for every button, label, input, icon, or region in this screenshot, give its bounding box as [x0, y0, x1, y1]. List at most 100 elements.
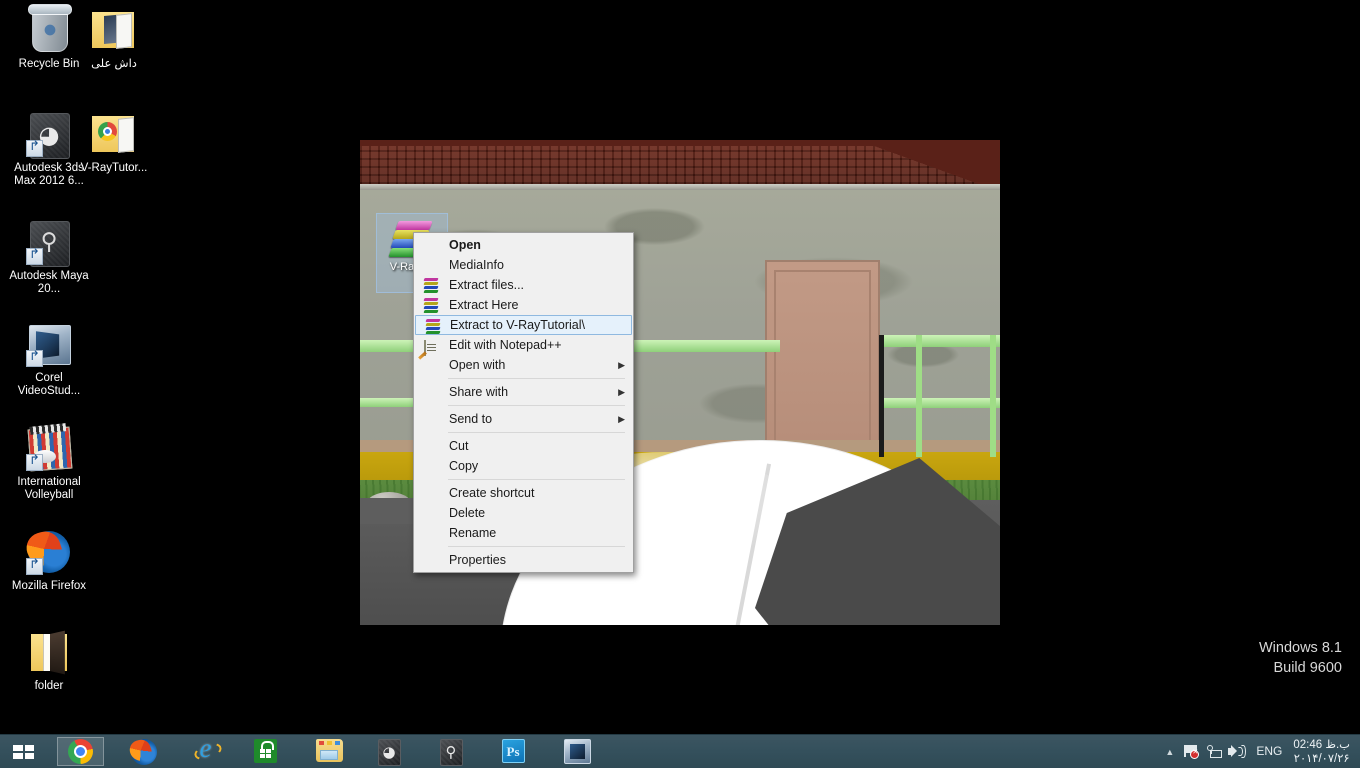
clock-date: ۲۰۱۴/۰۷/۲۶ [1293, 752, 1350, 765]
desktop-icon-label: داش على [91, 58, 137, 70]
desktop-icon-vraytutorial-folder[interactable]: V-RayTutor... [68, 110, 160, 175]
wallpaper-door-panel [774, 270, 871, 450]
windows-store-icon [253, 738, 280, 765]
menu-item-send-to[interactable]: Send to ▶ [414, 409, 633, 429]
taskbar-windows-store[interactable] [243, 737, 290, 766]
menu-item-label: Copy [449, 459, 479, 473]
menu-item-extract-to-v-raytutorial[interactable]: Extract to V-RayTutorial\ [415, 315, 632, 335]
photoshop-icon: Ps [501, 738, 528, 765]
taskbar-maya[interactable]: ⚲ [429, 737, 476, 766]
menu-separator [448, 378, 625, 379]
firefox-icon [25, 528, 73, 576]
start-button[interactable] [0, 735, 47, 768]
menu-item-label: Cut [449, 439, 469, 453]
system-tray[interactable]: ▲ ENG 02:46 ب.ظ ۲۰۱۴/۰۷/۲۶ [1159, 735, 1360, 768]
clock[interactable]: 02:46 ب.ظ ۲۰۱۴/۰۷/۲۶ [1291, 738, 1360, 766]
menu-item-delete[interactable]: Delete [414, 503, 633, 523]
network-button[interactable] [1203, 735, 1225, 768]
menu-item-label: Open with [449, 358, 506, 372]
winrar-icon [423, 278, 440, 293]
menu-item-cut[interactable]: Cut [414, 436, 633, 456]
menu-item-share-with[interactable]: Share with ▶ [414, 382, 633, 402]
file-explorer-icon [315, 738, 343, 765]
desktop-icon-dash-ali-folder[interactable]: داش على [68, 6, 160, 71]
menu-item-label: Properties [449, 553, 506, 567]
notepadpp-icon [424, 338, 440, 356]
folder-icon [90, 110, 138, 158]
taskbar-photoshop[interactable]: Ps [491, 737, 538, 766]
taskbar[interactable]: ◕ ⚲ Ps ▲ ENG 02:46 ب.ظ ۲۰۱۴/۰۷/۲۶ [0, 733, 1360, 768]
context-menu[interactable]: Open MediaInfo Extract files... Extract Her… [413, 232, 634, 573]
desktop-icon-label: Autodesk Maya 20... [9, 270, 89, 295]
menu-item-copy[interactable]: Copy [414, 456, 633, 476]
menu-item-label: MediaInfo [449, 258, 504, 272]
desktop-icon-corel-videostudio[interactable]: Corel VideoStud... [3, 320, 95, 398]
menu-item-rename[interactable]: Rename [414, 523, 633, 543]
taskbar-file-explorer[interactable] [305, 737, 352, 766]
desktop-icon-label: Corel VideoStud... [17, 372, 81, 397]
autodesk-maya-icon: ⚲ [25, 218, 73, 267]
menu-item-extract-here[interactable]: Extract Here [414, 295, 633, 315]
windows-logo-icon [13, 745, 34, 759]
wallpaper-railing-post-dark [879, 335, 884, 457]
menu-item-label: Create shortcut [449, 486, 535, 500]
action-center-flag-icon [1184, 745, 1200, 759]
submenu-arrow-icon: ▶ [618, 387, 625, 397]
watermark-edition: Windows 8.1 [1258, 640, 1342, 656]
menu-item-label: Send to [449, 412, 493, 426]
language-indicator[interactable]: ENG [1247, 735, 1291, 768]
watermark-build: Build 9600 [1273, 660, 1342, 676]
menu-separator [448, 432, 625, 433]
taskbar-internet-explorer[interactable] [182, 733, 229, 766]
menu-item-label: Open [449, 238, 481, 252]
autodesk-maya-icon: ⚲ [439, 738, 466, 766]
corel-videostudio-icon [25, 320, 73, 368]
wallpaper-roof-slope [850, 140, 1000, 185]
photoshop-label: Ps [501, 738, 525, 763]
desktop[interactable]: Recycle Bin داش على ◕ Autodesk 3ds Max 2… [0, 0, 1360, 735]
open-folder-icon [25, 628, 73, 676]
desktop-icon-mozilla-firefox[interactable]: Mozilla Firefox [3, 528, 95, 593]
corel-videostudio-icon [563, 738, 591, 765]
taskbar-corel-videostudio[interactable] [553, 737, 600, 766]
menu-item-create-shortcut[interactable]: Create shortcut [414, 483, 633, 503]
taskbar-firefox[interactable] [120, 737, 167, 766]
internet-explorer-icon [193, 733, 219, 765]
wallpaper-railing-upper-right [880, 335, 1000, 347]
chevron-up-icon: ▲ [1165, 747, 1175, 757]
menu-item-label: Extract to V-RayTutorial\ [450, 318, 585, 332]
menu-item-label: Extract files... [449, 278, 525, 292]
menu-item-label: Delete [449, 506, 486, 520]
volume-button[interactable] [1225, 735, 1247, 768]
menu-item-extract-files[interactable]: Extract files... [414, 275, 633, 295]
winrar-icon [425, 319, 442, 334]
menu-item-label: Share with [449, 385, 509, 399]
menu-item-label: Edit with Notepad++ [449, 338, 562, 352]
wallpaper-railing-post-1 [916, 335, 922, 457]
menu-item-properties[interactable]: Properties [414, 550, 633, 570]
desktop-icon-label: International Volleyball [17, 476, 81, 501]
submenu-arrow-icon: ▶ [618, 414, 625, 424]
menu-item-edit-with-notepad[interactable]: Edit with Notepad++ [414, 335, 633, 356]
menu-item-open-with[interactable]: Open with ▶ [414, 355, 633, 375]
menu-item-label: Rename [449, 526, 497, 540]
volleyball-game-icon [25, 423, 73, 472]
desktop-icon-international-volleyball[interactable]: International Volleyball [3, 423, 95, 502]
recycle-bin-icon [25, 4, 73, 54]
taskbar-chrome[interactable] [57, 737, 104, 766]
wallpaper-railing-lower-right [880, 398, 1000, 408]
menu-item-mediainfo[interactable]: MediaInfo [414, 255, 633, 275]
firefox-icon [130, 738, 157, 765]
network-icon [1207, 745, 1223, 758]
action-center-button[interactable] [1181, 735, 1203, 768]
desktop-icon-label: folder [34, 680, 64, 692]
autodesk-3ds-max-icon: ◕ [25, 110, 73, 159]
menu-item-open[interactable]: Open [414, 235, 633, 255]
desktop-icon-autodesk-maya[interactable]: ⚲ Autodesk Maya 20... [3, 218, 95, 296]
menu-separator [448, 405, 625, 406]
volume-icon [1228, 745, 1247, 758]
folder-icon [90, 6, 138, 54]
desktop-icon-folder[interactable]: folder [3, 628, 95, 693]
taskbar-3ds-max[interactable]: ◕ [367, 737, 414, 766]
show-hidden-icons-button[interactable]: ▲ [1159, 735, 1181, 768]
